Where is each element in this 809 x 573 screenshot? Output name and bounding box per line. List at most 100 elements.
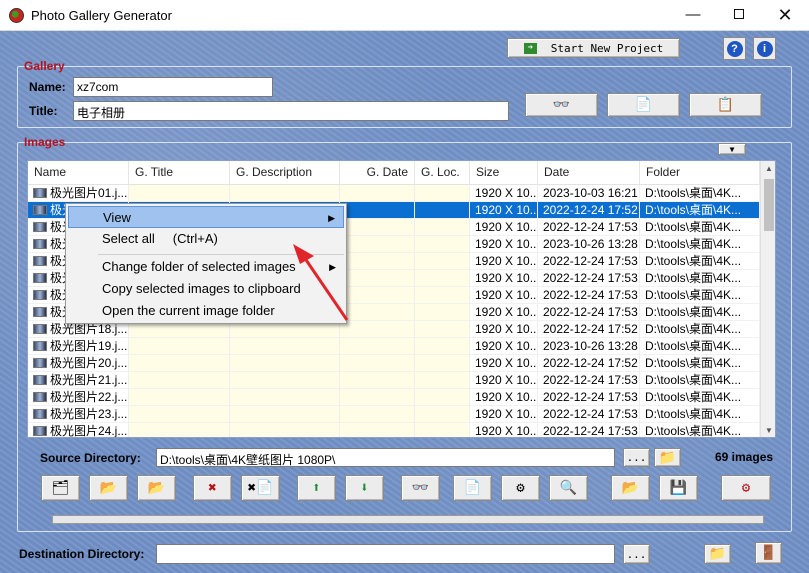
move-down-button[interactable]: ⬇ (345, 475, 384, 501)
thumbnail-icon (33, 307, 47, 317)
help-button[interactable]: ? (723, 37, 746, 60)
view-image-button[interactable]: 👓 (401, 475, 440, 501)
open-button[interactable]: 📂 (137, 475, 176, 501)
cell-date: 2022-12-24 17:53 (538, 219, 640, 236)
start-new-project-button[interactable]: ➜ Start New Project (507, 38, 680, 58)
floppy-disk-icon: 💾 (669, 480, 688, 496)
template-gear-icon: 📋 (716, 97, 735, 113)
preview-button[interactable]: 👓 (525, 93, 598, 117)
cell-folder: D:\tools\桌面\4K... (640, 406, 760, 423)
menu-item-change-folder[interactable]: Change folder of selected images ▶ (68, 256, 344, 278)
cell-gloc (415, 287, 470, 304)
cell-gtitle (129, 338, 230, 355)
table-row[interactable]: 极光图片23.j... 1920 X 10... 2022-12-24 17:53 D… (28, 406, 760, 423)
menu-item-copy-clipboard-label: Copy selected images to clipboard (102, 281, 301, 296)
table-row[interactable]: 极光图片19.j... 1920 X 10... 2023-10-26 13:28 D… (28, 338, 760, 355)
scroll-up-icon[interactable]: ▲ (761, 161, 775, 177)
cell-size: 1920 X 10... (470, 355, 538, 372)
move-up-button[interactable]: ⬆ (297, 475, 336, 501)
thumbnail-icon (33, 205, 47, 215)
thumbnail-icon (33, 290, 47, 300)
cell-name-text: 极光图片23.j... (50, 407, 128, 421)
minimize-button[interactable]: — (670, 0, 716, 31)
cell-gdate (340, 304, 415, 321)
destination-browse-button[interactable]: ... (623, 544, 650, 564)
cell-gtitle (129, 185, 230, 202)
exit-button[interactable]: 🚪 (755, 542, 782, 564)
add-images-icon: 🗂 (51, 480, 70, 496)
source-browse-button[interactable]: ... (623, 448, 650, 467)
col-name[interactable]: Name (28, 161, 129, 185)
cell-folder: D:\tools\桌面\4K... (640, 372, 760, 389)
load-project-button[interactable]: 📂 (611, 475, 650, 501)
info-button[interactable]: i (753, 37, 776, 60)
delete-copy-icon: ✖📄 (247, 480, 274, 496)
scroll-down-icon[interactable]: ▼ (761, 423, 775, 437)
add-images-button[interactable]: 🗂 (41, 475, 80, 501)
menu-item-select-all[interactable]: Select all (Ctrl+A) (68, 228, 344, 250)
columns-dropdown-button[interactable]: ▼ (718, 143, 746, 155)
menu-item-open-folder[interactable]: Open the current image folder (68, 300, 344, 322)
table-row[interactable]: 极光图片21.j... 1920 X 10... 2022-12-24 17:53 D… (28, 372, 760, 389)
generate-gear-icon: ⚙ (741, 480, 751, 496)
table-row[interactable]: 极光图片01.j... 1920 X 10... 2023-10-03 16:21 D… (28, 185, 760, 202)
table-row[interactable]: 极光图片24.j... 1920 X 10... 2022-12-24 17:53 D… (28, 423, 760, 437)
remove-button[interactable]: ✖ (193, 475, 232, 501)
cell-folder: D:\tools\桌面\4K... (640, 338, 760, 355)
gallery-title-input[interactable]: 电子相册 (73, 101, 509, 121)
search-button[interactable]: 🔍 (549, 475, 588, 501)
col-size[interactable]: Size (470, 161, 538, 185)
menu-item-copy-clipboard[interactable]: Copy selected images to clipboard (68, 278, 344, 300)
open-folder-button[interactable]: 📂 (89, 475, 128, 501)
cell-size: 1920 X 10... (470, 406, 538, 423)
cell-gdate (340, 406, 415, 423)
source-folder-button[interactable]: 📁 (654, 448, 681, 467)
cell-gloc (415, 236, 470, 253)
col-g-loc[interactable]: G. Loc. (415, 161, 470, 185)
col-g-description[interactable]: G. Description (230, 161, 340, 185)
image-info-button[interactable]: 📄 (453, 475, 492, 501)
thumbnail-icon (33, 358, 47, 368)
start-new-project-label: Start New Project (550, 41, 664, 55)
col-folder[interactable]: Folder (640, 161, 760, 185)
col-g-title[interactable]: G. Title (129, 161, 230, 185)
source-directory-input[interactable]: D:\tools\桌面\4K壁纸图片 1080P\ (156, 448, 615, 467)
col-date[interactable]: Date (538, 161, 640, 185)
save-project-button[interactable]: 💾 (659, 475, 698, 501)
cell-folder: D:\tools\桌面\4K... (640, 219, 760, 236)
remove-all-button[interactable]: ✖📄 (241, 475, 280, 501)
table-row[interactable]: 极光图片20.j... 1920 X 10... 2022-12-24 17:52 D… (28, 355, 760, 372)
cell-size: 1920 X 10... (470, 372, 538, 389)
scroll-thumb[interactable] (764, 179, 774, 231)
menu-item-open-folder-label: Open the current image folder (102, 303, 275, 318)
menu-item-view[interactable]: View ▶ (68, 206, 344, 228)
thumbnail-icon (33, 222, 47, 232)
table-row[interactable]: 极光图片22.j... 1920 X 10... 2022-12-24 17:53 D… (28, 389, 760, 406)
submenu-arrow-icon: ▶ (328, 213, 335, 223)
cell-gloc (415, 202, 470, 219)
cell-gtitle (129, 355, 230, 372)
maximize-icon (734, 9, 744, 19)
title-label: Title: (29, 104, 58, 118)
destination-directory-input[interactable] (156, 544, 615, 564)
cell-date: 2022-12-24 17:53 (538, 304, 640, 321)
cell-date: 2022-12-24 17:53 (538, 270, 640, 287)
thumbnail-icon (33, 392, 47, 402)
cell-gdesc (230, 423, 340, 437)
destination-folder-button[interactable]: 📁 (704, 544, 731, 564)
folder-icon: 📁 (658, 449, 677, 466)
maximize-button[interactable] (716, 0, 762, 31)
page-settings-button[interactable]: 📄 (607, 93, 680, 117)
generate-button[interactable]: ⚙ (721, 475, 771, 501)
image-settings-button[interactable]: ⚙ (501, 475, 540, 501)
template-settings-button[interactable]: 📋 (689, 93, 762, 117)
delete-x-icon: ✖ (208, 480, 217, 496)
folder-icon: 📁 (708, 546, 727, 562)
close-button[interactable]: ✕ (762, 0, 808, 31)
folder-icon: 📂 (147, 480, 166, 496)
vertical-scrollbar[interactable]: ▲ ▼ (760, 161, 775, 437)
cell-name: 极光图片20.j... (28, 355, 129, 372)
col-g-date[interactable]: G. Date (340, 161, 415, 185)
gallery-name-input[interactable]: xz7com (73, 77, 273, 97)
cell-gdate (340, 389, 415, 406)
